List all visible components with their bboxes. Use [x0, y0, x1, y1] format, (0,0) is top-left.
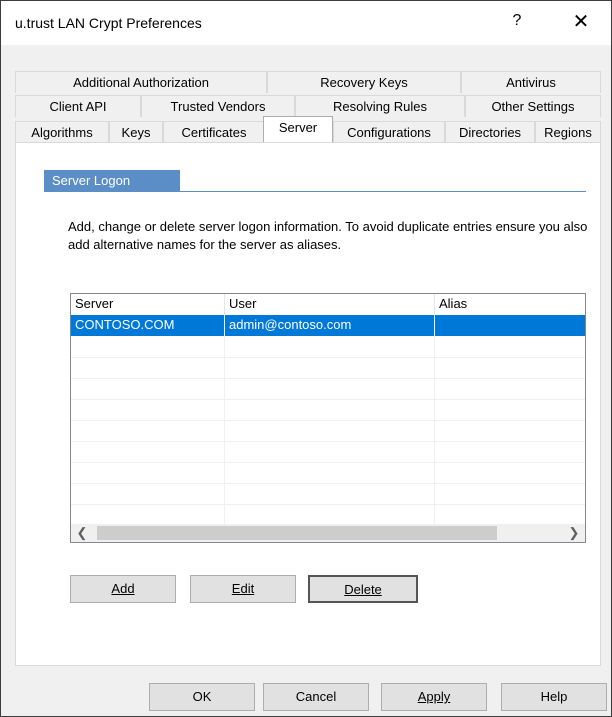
empty-cell [71, 420, 225, 441]
empty-cell [225, 483, 435, 504]
cell-alias [435, 315, 585, 336]
close-icon[interactable]: ✕ [569, 9, 593, 34]
edit-button[interactable]: Edit [190, 575, 296, 603]
help-button[interactable]: Help [501, 683, 607, 711]
column-header-user[interactable]: User [225, 294, 435, 314]
empty-cell [225, 504, 435, 525]
delete-button-label: Delete [344, 582, 382, 597]
empty-cell [435, 462, 585, 483]
edit-button-label: Edit [231, 581, 255, 596]
empty-cell [225, 441, 435, 462]
tab-server[interactable]: Server [263, 116, 333, 142]
help-icon[interactable]: ? [507, 12, 527, 30]
add-button[interactable]: Add [70, 575, 176, 603]
empty-row [71, 441, 585, 463]
empty-cell [435, 483, 585, 504]
empty-cell [225, 462, 435, 483]
apply-button[interactable]: Apply [381, 683, 487, 711]
empty-row [71, 399, 585, 421]
ok-button[interactable]: OK [149, 683, 255, 711]
empty-cell [71, 462, 225, 483]
empty-row [71, 420, 585, 442]
tab-additional-authorization[interactable]: Additional Authorization [15, 71, 267, 93]
tab-client-api[interactable]: Client API [15, 95, 141, 117]
empty-row [71, 462, 585, 484]
description-text: Add, change or delete server logon infor… [68, 219, 588, 252]
cancel-button[interactable]: Cancel [263, 683, 369, 711]
add-button-label: Add [111, 581, 135, 596]
tab-antivirus[interactable]: Antivirus [461, 71, 601, 93]
empty-cell [435, 399, 585, 420]
apply-button-label: Apply [417, 689, 451, 704]
table-row[interactable]: CONTOSO.COM admin@contoso.com [71, 315, 585, 336]
empty-cell [225, 420, 435, 441]
tab-certificates[interactable]: Certificates [163, 121, 265, 143]
empty-cell [435, 420, 585, 441]
column-header-alias[interactable]: Alias [435, 294, 585, 314]
tab-algorithms[interactable]: Algorithms [15, 121, 109, 143]
scrollbar-thumb[interactable] [97, 526, 497, 540]
empty-row [71, 504, 585, 526]
window-title: u.trust LAN Crypt Preferences [15, 15, 202, 31]
group-title: Server Logon [44, 170, 180, 192]
empty-cell [435, 336, 585, 357]
tab-recovery-keys[interactable]: Recovery Keys [267, 71, 461, 93]
empty-cell [435, 441, 585, 462]
empty-row [71, 357, 585, 379]
tab-directories[interactable]: Directories [445, 121, 535, 143]
tab-resolving-rules[interactable]: Resolving Rules [295, 95, 465, 117]
list-header: Server User Alias [71, 294, 585, 316]
server-logon-list[interactable]: Server User Alias CONTOSO.COM admin@cont… [70, 293, 586, 543]
empty-cell [71, 378, 225, 399]
scroll-right-icon[interactable]: ❯ [565, 524, 583, 542]
empty-row [71, 336, 585, 358]
cell-user: admin@contoso.com [225, 315, 435, 336]
empty-cell [435, 357, 585, 378]
empty-cell [71, 483, 225, 504]
horizontal-scrollbar[interactable]: ❮ ❯ [71, 524, 585, 542]
empty-cell [225, 336, 435, 357]
cell-server: CONTOSO.COM [71, 315, 225, 336]
empty-cell [225, 378, 435, 399]
server-tab-panel: Server Logon Add, change or delete serve… [15, 142, 601, 666]
empty-cell [71, 504, 225, 525]
title-bar: u.trust LAN Crypt Preferences ? ✕ [1, 1, 611, 45]
empty-cell [435, 378, 585, 399]
empty-cell [71, 441, 225, 462]
tab-keys[interactable]: Keys [109, 121, 163, 143]
group-divider [44, 191, 586, 192]
scroll-left-icon[interactable]: ❮ [73, 524, 91, 542]
delete-button[interactable]: Delete [308, 575, 418, 603]
tab-trusted-vendors[interactable]: Trusted Vendors [141, 95, 295, 117]
empty-row [71, 378, 585, 400]
empty-cell [71, 399, 225, 420]
preferences-dialog: u.trust LAN Crypt Preferences ? ✕ Additi… [0, 0, 612, 717]
column-header-server[interactable]: Server [71, 294, 225, 314]
empty-cell [435, 504, 585, 525]
tab-regions[interactable]: Regions [535, 121, 601, 143]
empty-row [71, 483, 585, 505]
empty-cell [225, 357, 435, 378]
tab-other-settings[interactable]: Other Settings [465, 95, 601, 117]
tab-configurations[interactable]: Configurations [333, 121, 445, 143]
empty-cell [71, 357, 225, 378]
empty-cell [225, 399, 435, 420]
empty-cell [71, 336, 225, 357]
